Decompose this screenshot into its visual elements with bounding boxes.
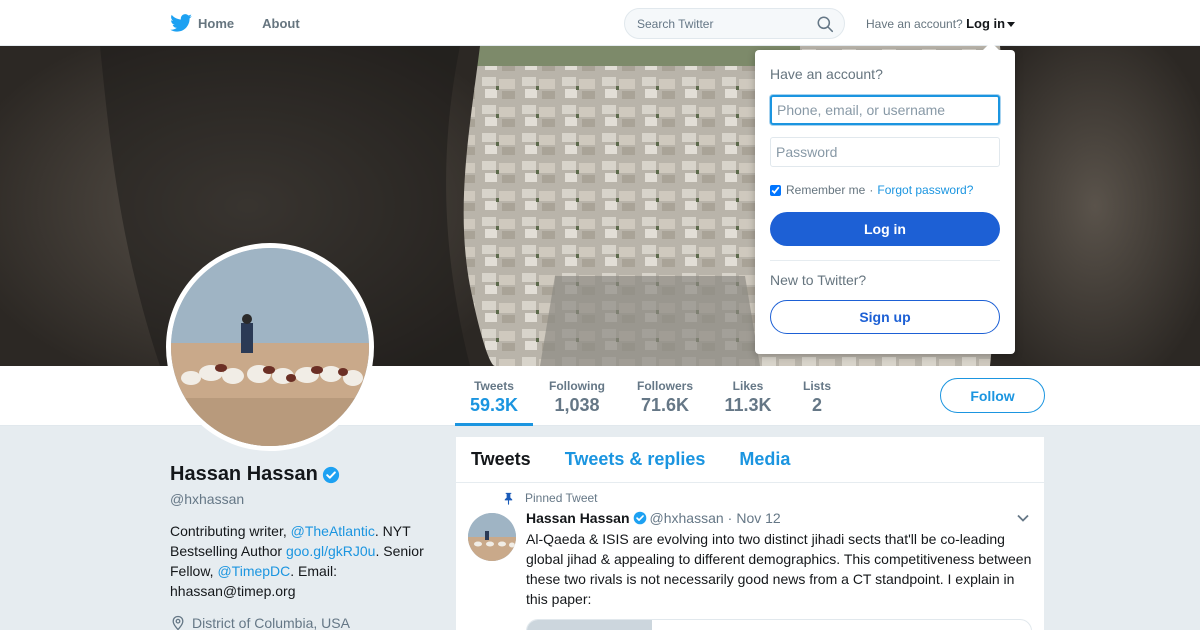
profile-name-text: Hassan Hassan	[170, 463, 318, 485]
pinned-label: Pinned Tweet	[502, 491, 1032, 505]
login-toggle[interactable]: Have an account? Log in	[866, 16, 1016, 31]
tweet-avatar[interactable]	[468, 513, 516, 561]
tweet-text: Al-Qaeda & ISIS are evolving into two di…	[526, 531, 1032, 607]
search-icon[interactable]	[817, 16, 834, 33]
bio-link-book[interactable]: goo.gl/gkRJ0u	[286, 543, 376, 559]
dropdown-title: Have an account?	[770, 66, 883, 82]
tab-media[interactable]: Media	[739, 449, 790, 470]
avatar-photo	[171, 248, 369, 446]
stat-following-label: Following	[549, 379, 605, 393]
remember-label[interactable]: Remember me	[786, 183, 865, 197]
tweet-author-name[interactable]: Hassan Hassan	[526, 510, 630, 526]
card-thumbnail	[527, 620, 652, 630]
nav-home-label: Home	[198, 15, 235, 31]
tab-tweets[interactable]: Tweets	[471, 449, 531, 470]
tweet-date[interactable]: Nov 12	[736, 510, 780, 526]
chevron-down-icon[interactable]	[1016, 513, 1030, 523]
profile-location: District of Columbia, USA	[170, 615, 350, 630]
stat-tweets-label: Tweets	[474, 379, 514, 393]
have-account-text: Have an account?	[866, 17, 963, 31]
remember-row: Remember me · Forgot password?	[770, 183, 973, 197]
signup-button[interactable]: Sign up	[770, 300, 1000, 334]
bio-link-theatlantic[interactable]: @TheAtlantic	[291, 523, 375, 539]
stat-followers-value: 71.6K	[640, 395, 690, 415]
stat-followers-label: Followers	[636, 379, 693, 393]
stat-lists-value: 2	[811, 395, 822, 415]
username-field[interactable]	[770, 95, 1000, 125]
stat-following-value: 1,038	[554, 395, 600, 415]
search-box	[624, 8, 845, 39]
location-pin-icon	[172, 615, 184, 630]
tab-tweets-replies[interactable]: Tweets & replies	[565, 449, 706, 470]
profile-bio: Contributing writer, @TheAtlantic. NYT B…	[170, 521, 432, 601]
nav-home[interactable]: Home	[170, 14, 234, 32]
nav-about[interactable]: About	[262, 16, 300, 31]
stat-tweets[interactable]: Tweets 59.3K	[455, 366, 533, 426]
stat-likes[interactable]: Likes 11.3K	[720, 366, 776, 426]
twitter-bird-icon	[170, 14, 192, 32]
login-dropdown: Have an account? Remember me · Forgot pa…	[755, 42, 1015, 354]
stat-tweets-value: 59.3K	[469, 395, 519, 415]
pinned-tweet[interactable]: Pinned Tweet Hassan Hassan @hxhassan · N…	[456, 483, 1044, 630]
nav-left: Home About	[170, 0, 328, 46]
stat-followers[interactable]: Followers 71.6K	[630, 366, 700, 426]
timeline: Tweets Tweets & replies Media Pinned Twe…	[456, 437, 1044, 630]
verified-badge-icon	[633, 511, 646, 525]
stat-following[interactable]: Following 1,038	[543, 366, 611, 426]
remember-separator: ·	[869, 183, 874, 197]
profile-handle: @hxhassan	[170, 491, 245, 507]
login-link-label: Log in	[966, 16, 1006, 31]
verified-badge-icon	[322, 466, 339, 483]
dropdown-divider	[770, 260, 1000, 261]
stat-likes-value: 11.3K	[724, 395, 772, 415]
password-field[interactable]	[770, 137, 1000, 167]
bio-link-timepdc[interactable]: @TimepDC	[217, 563, 290, 579]
tweet-header: Hassan Hassan @hxhassan · Nov 12	[526, 510, 1032, 526]
tweet-author-handle[interactable]: @hxhassan	[650, 510, 724, 526]
pinned-text: Pinned Tweet	[525, 491, 598, 505]
stat-likes-label: Likes	[732, 379, 764, 393]
tweet-link-card[interactable]	[526, 619, 1032, 630]
follow-button[interactable]: Follow	[940, 378, 1045, 413]
location-text: District of Columbia, USA	[192, 615, 350, 630]
tweet-meta-dot: ·	[727, 510, 733, 526]
timeline-tabs: Tweets Tweets & replies Media	[456, 437, 1044, 483]
nav-about-label: About	[262, 15, 300, 31]
profile-avatar[interactable]	[166, 243, 374, 451]
search-input[interactable]	[625, 9, 805, 38]
tweet-avatar-photo	[468, 513, 516, 561]
new-to-twitter-text: New to Twitter?	[770, 272, 867, 288]
pin-icon	[504, 492, 513, 505]
remember-checkbox[interactable]	[770, 184, 781, 196]
login-button[interactable]: Log in	[770, 212, 1000, 246]
forgot-password-link[interactable]: Forgot password?	[877, 183, 973, 197]
stat-lists[interactable]: Lists 2	[798, 366, 836, 426]
bio-text-1: Contributing writer,	[170, 523, 291, 539]
top-nav: Home About Have an account? Log in	[0, 0, 1200, 46]
stat-lists-label: Lists	[802, 379, 831, 393]
caret-down-icon	[1007, 22, 1016, 28]
profile-name: Hassan Hassan	[170, 463, 340, 486]
